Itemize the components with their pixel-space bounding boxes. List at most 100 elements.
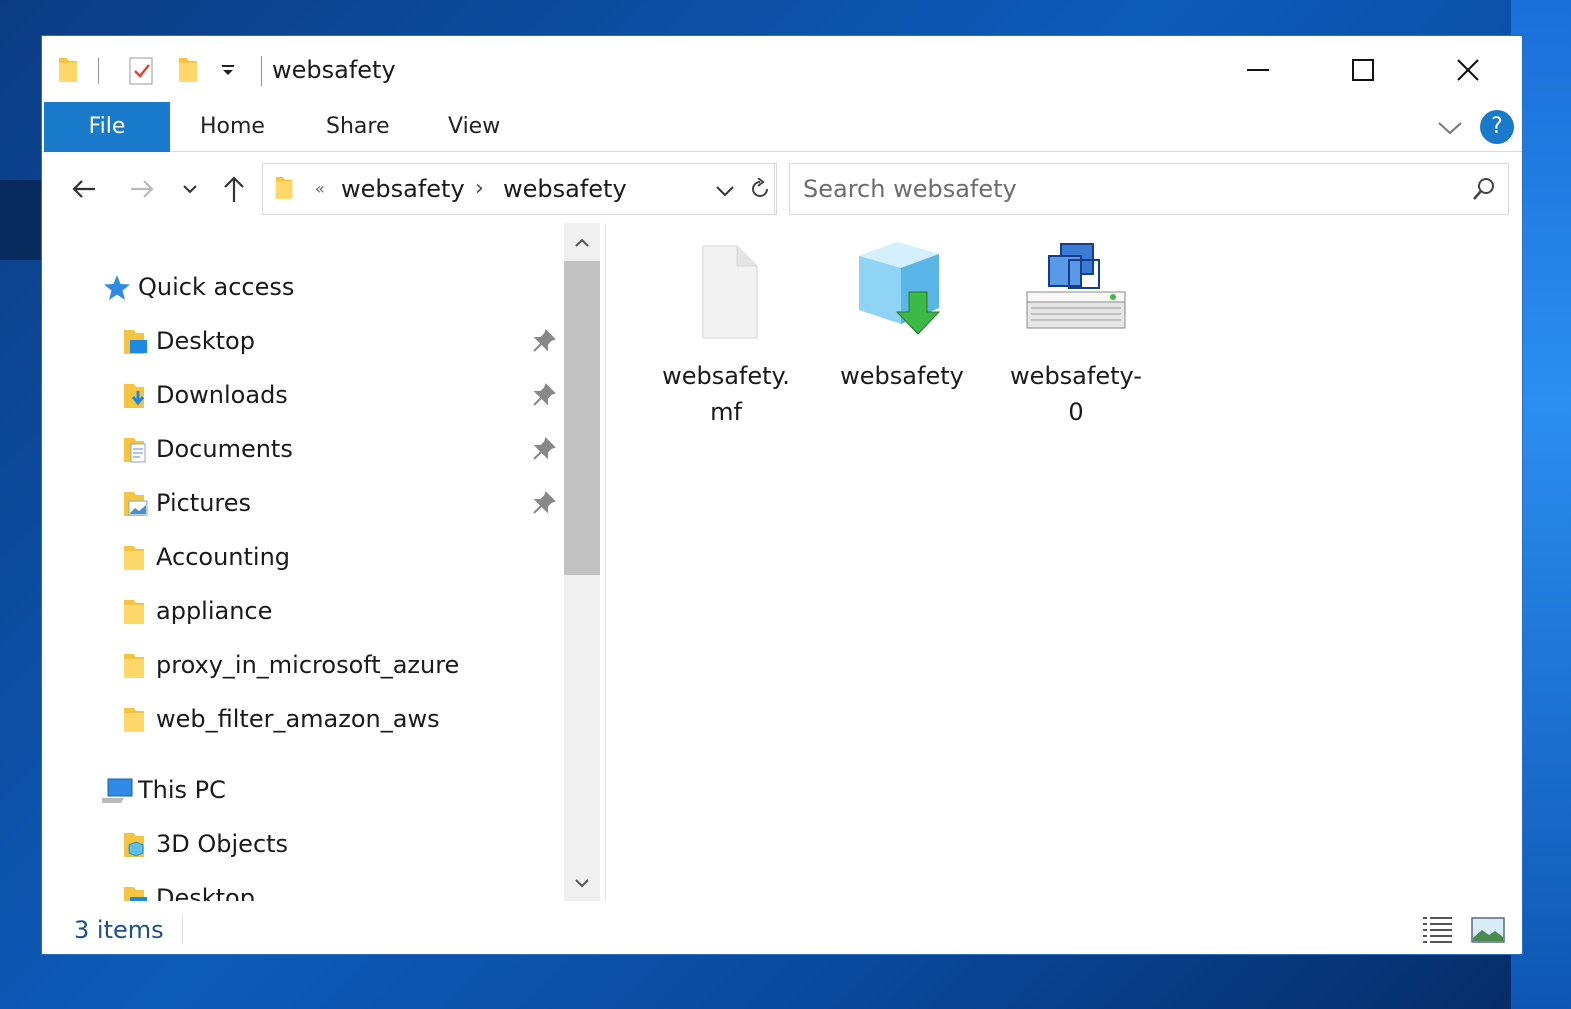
nav-item-downloads[interactable]: Downloads	[42, 375, 564, 415]
forward-button[interactable]	[122, 169, 162, 209]
nav-label: proxy_in_microsoft_azure	[156, 651, 460, 679]
nav-label: This PC	[138, 776, 226, 804]
nav-item-documents[interactable]: Documents	[42, 429, 564, 469]
search-input[interactable]: Search websafety	[803, 164, 1017, 214]
back-button[interactable]	[64, 169, 104, 209]
minimize-icon	[1247, 69, 1269, 71]
computer-icon	[102, 778, 133, 803]
file-name-line2: mf	[710, 398, 742, 426]
nav-item-accounting[interactable]: Accounting	[42, 537, 564, 577]
file-item[interactable]: websafety- 0	[996, 236, 1156, 430]
pictures-folder-icon	[124, 492, 148, 516]
pin-icon[interactable]	[532, 329, 556, 353]
navigation-pane[interactable]: Quick access Desktop Downloads Documents…	[42, 223, 564, 901]
breadcrumb-item[interactable]: websafety	[503, 164, 627, 214]
breadcrumb-separator-icon[interactable]: ›	[475, 164, 484, 214]
up-arrow-icon	[224, 176, 244, 202]
search-box[interactable]: Search websafety	[789, 163, 1509, 215]
scroll-up-chevron-icon[interactable]	[564, 225, 600, 261]
file-name-line1: websafety.	[662, 362, 790, 390]
nav-quick-access[interactable]: Quick access	[42, 267, 564, 307]
refresh-icon	[751, 178, 768, 197]
folder-icon	[124, 546, 144, 570]
pin-icon[interactable]	[532, 491, 556, 515]
nav-item-proxy-in-microsoft-azure[interactable]: proxy_in_microsoft_azure	[42, 645, 564, 685]
file-item[interactable]: websafety. mf	[646, 236, 806, 430]
help-button[interactable]: ?	[1480, 110, 1514, 144]
file-item[interactable]: websafety	[822, 236, 982, 394]
breadcrumb-overflow[interactable]: «	[315, 164, 325, 214]
address-history-chevron-icon[interactable]	[716, 182, 734, 201]
nav-item-desktop[interactable]: Desktop	[42, 878, 564, 901]
status-bar: 3 items	[42, 906, 1522, 956]
folder-icon	[124, 708, 144, 732]
search-icon[interactable]	[1472, 177, 1496, 205]
details-view-icon[interactable]	[1420, 912, 1456, 948]
file-name-line1: websafety-	[1010, 362, 1142, 390]
close-button[interactable]	[1438, 50, 1498, 90]
desktop-folder-icon	[124, 330, 147, 354]
title-separator	[261, 56, 262, 86]
nav-label: Accounting	[156, 543, 291, 571]
customize-toolbar-dropdown-icon[interactable]	[220, 54, 236, 86]
pin-icon[interactable]	[532, 437, 556, 461]
maximize-button[interactable]	[1333, 50, 1393, 90]
nav-item-web-filter-amazon-aws[interactable]: web_filter_amazon_aws	[42, 699, 564, 739]
window-title: websafety	[272, 56, 396, 84]
scroll-down-chevron-icon[interactable]	[564, 865, 600, 901]
tab-home[interactable]: Home	[200, 102, 265, 152]
nav-scrollbar[interactable]	[564, 223, 600, 901]
quick-access-separator	[98, 58, 99, 84]
tab-view[interactable]: View	[448, 102, 500, 152]
ribbon-tabs: File Home Share View ?	[42, 102, 1522, 152]
status-separator	[182, 916, 183, 944]
tab-file[interactable]: File	[44, 102, 170, 152]
title-bar[interactable]: websafety	[42, 36, 1522, 102]
desktop-folder-icon	[124, 887, 147, 901]
minimize-button[interactable]	[1228, 50, 1288, 90]
nav-item-desktop[interactable]: Desktop	[42, 321, 564, 361]
up-button[interactable]	[214, 169, 254, 209]
nav-this-pc[interactable]: This PC	[42, 770, 564, 810]
folder-icon	[124, 654, 144, 678]
back-arrow-icon	[72, 180, 95, 198]
virtual-disk-icon	[1026, 243, 1126, 329]
pin-icon[interactable]	[532, 383, 556, 407]
recent-locations-button[interactable]	[170, 169, 210, 209]
folder-icon	[273, 173, 295, 207]
scroll-thumb[interactable]	[564, 261, 600, 575]
ovf-package-icon	[859, 242, 941, 335]
blank-file-icon	[702, 245, 758, 339]
large-icons-view-icon[interactable]	[1470, 912, 1506, 948]
documents-folder-icon	[124, 438, 146, 463]
file-name-line1: websafety	[840, 362, 964, 390]
3d-objects-folder-icon	[124, 833, 144, 857]
downloads-folder-icon	[124, 384, 145, 408]
folder-icon	[56, 54, 80, 86]
nav-label: Desktop	[156, 884, 255, 901]
nav-item-appliance[interactable]: appliance	[42, 591, 564, 631]
star-icon	[104, 275, 130, 300]
breadcrumb-item[interactable]: websafety	[341, 164, 465, 214]
maximize-icon	[1352, 59, 1374, 81]
chevron-down-icon	[183, 185, 197, 194]
address-bar[interactable]: « websafety › websafety	[262, 163, 775, 215]
nav-label: appliance	[156, 597, 273, 625]
tab-share[interactable]: Share	[326, 102, 390, 152]
nav-item-3d-objects[interactable]: 3D Objects	[42, 824, 564, 864]
nav-label: Pictures	[156, 489, 252, 517]
properties-checkmark-icon[interactable]	[128, 54, 156, 86]
desktop-background-shadow	[0, 180, 41, 260]
nav-item-pictures[interactable]: Pictures	[42, 483, 564, 523]
file-name-line2: 0	[1068, 398, 1084, 426]
expand-ribbon-chevron-icon[interactable]	[1436, 114, 1464, 142]
refresh-button[interactable]	[743, 163, 777, 215]
nav-label: Downloads	[156, 381, 288, 409]
folder-icon	[124, 600, 144, 624]
nav-label: 3D Objects	[156, 830, 289, 858]
new-folder-icon[interactable]	[176, 54, 200, 86]
nav-label: Quick access	[138, 273, 295, 301]
pane-divider[interactable]	[605, 223, 606, 901]
nav-label: Desktop	[156, 327, 255, 355]
forward-arrow-icon	[131, 180, 154, 198]
